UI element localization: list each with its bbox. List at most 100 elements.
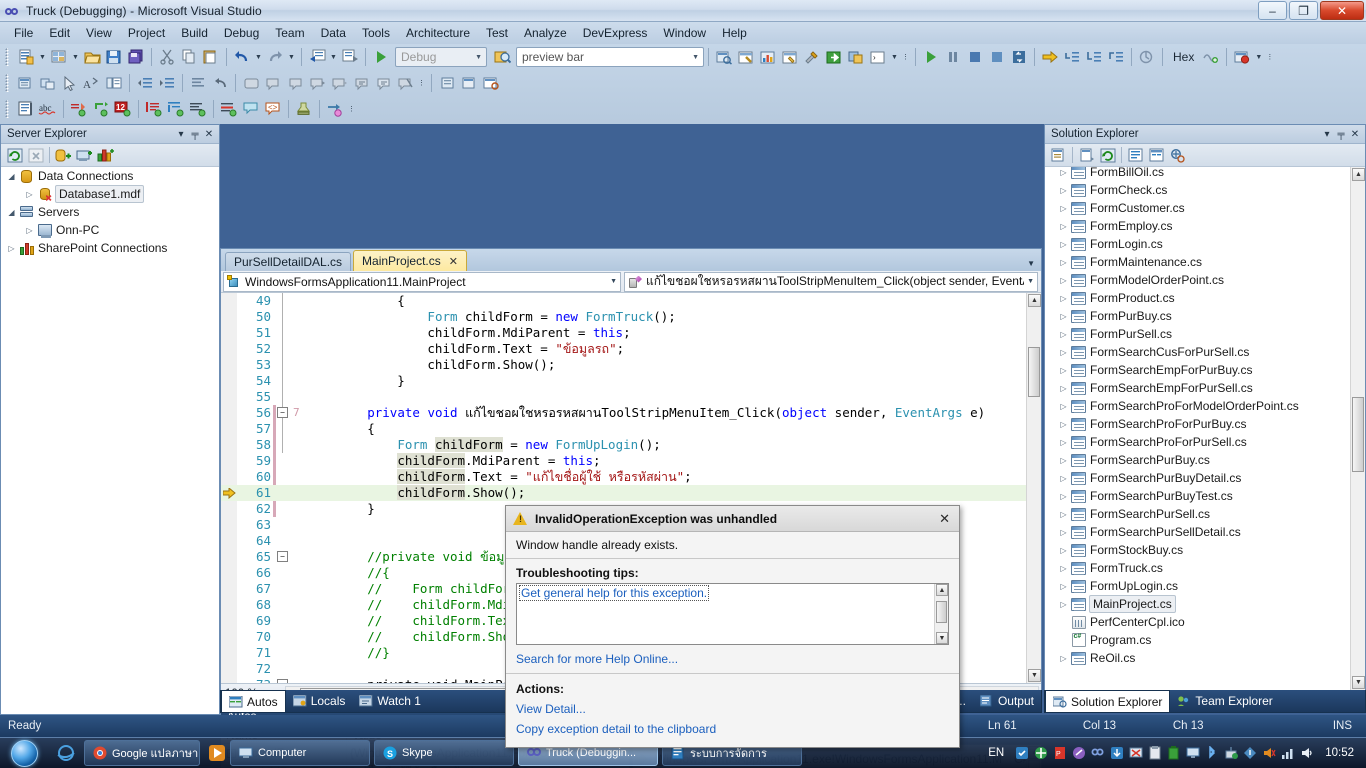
solution-configuration-combo[interactable]: Debug ▼ — [395, 47, 487, 67]
step-into-icon[interactable] — [1061, 46, 1083, 68]
list-item[interactable]: ▷ FormSearchPurSellDetail.cs — [1045, 523, 1350, 541]
close-icon[interactable]: ✕ — [934, 511, 955, 527]
show-next-statement-icon[interactable] — [1039, 46, 1061, 68]
list-item[interactable]: ▷ FormSearchPurSell.cs — [1045, 505, 1350, 523]
code-line[interactable]: 51 childForm.MdiParent = this; — [221, 325, 1041, 341]
list-item[interactable]: ▷ ReOil.cs — [1045, 649, 1350, 667]
chevron-down-icon[interactable]: ▾ — [1320, 127, 1334, 142]
solution-explorer-tree[interactable]: ▷ FormBillOil.cs ▷ FormCheck.cs ▷ FormCustome… — [1045, 167, 1365, 690]
tree-node-onn-pc[interactable]: ▷ Onn-PC — [1, 221, 219, 239]
list-top-icon[interactable] — [165, 98, 187, 120]
refactor-icon[interactable] — [324, 98, 346, 120]
spellcheck-icon[interactable]: abc — [37, 98, 59, 120]
tray-action-center-icon[interactable] — [1243, 746, 1257, 760]
menu-architecture[interactable]: Architecture — [398, 24, 478, 42]
list-item[interactable]: ▷ FormSearchPurBuyDetail.cs — [1045, 469, 1350, 487]
list-item[interactable]: PerfCenterCpl.ico — [1045, 613, 1350, 631]
view-designer-icon[interactable] — [1146, 145, 1167, 165]
undo-format-icon[interactable] — [209, 72, 231, 94]
tray-volume-icon[interactable] — [1300, 746, 1314, 760]
tray-update-icon[interactable] — [1110, 746, 1124, 760]
navigate-dropdown-icon[interactable]: ▼ — [328, 46, 339, 68]
save-all-icon[interactable] — [125, 46, 147, 68]
add-rule-icon[interactable] — [68, 98, 90, 120]
pointer-icon[interactable] — [59, 72, 81, 94]
maximize-button[interactable]: ❐ — [1289, 1, 1318, 20]
find-combo[interactable]: preview bar ▼ — [516, 47, 704, 67]
expander-icon[interactable]: ▷ — [1057, 564, 1070, 573]
toolbar-grip[interactable] — [5, 74, 12, 92]
undo-icon[interactable] — [231, 46, 253, 68]
menu-tools[interactable]: Tools — [354, 24, 398, 42]
tree-node-database1[interactable]: ▷ Database1.mdf — [1, 185, 219, 203]
scroll-down-icon[interactable]: ▼ — [1352, 676, 1365, 689]
tray-battery-icon[interactable] — [1167, 746, 1181, 760]
expander-icon[interactable]: ▷ — [1057, 294, 1070, 303]
scroll-down-icon[interactable]: ▼ — [936, 632, 948, 644]
expander-icon[interactable]: ▷ — [1057, 420, 1070, 429]
menu-file[interactable]: File — [6, 24, 41, 42]
expander-icon[interactable]: ▷ — [1057, 240, 1070, 249]
find-symbol-icon[interactable] — [37, 72, 59, 94]
cut-icon[interactable] — [156, 46, 178, 68]
solution-explorer-scrollbar[interactable]: ▲ ▼ — [1350, 167, 1365, 690]
expander-icon[interactable]: ▷ — [1057, 402, 1070, 411]
search-help-online-link[interactable]: Search for more Help Online... — [516, 652, 678, 666]
quicklaunch-media-icon[interactable] — [204, 738, 230, 768]
code-line[interactable]: 49 { — [221, 293, 1041, 309]
code-line[interactable]: 54 } — [221, 373, 1041, 389]
restart-icon[interactable] — [986, 46, 1008, 68]
member-navigation-combo[interactable]: แก้ไขชอผใชหรอรหสผานToolStripMenuItem_Cli… — [624, 271, 1038, 292]
align-icon[interactable] — [187, 98, 209, 120]
tray-display-icon[interactable] — [1186, 746, 1200, 760]
menu-edit[interactable]: Edit — [41, 24, 78, 42]
minimize-button[interactable]: – — [1258, 1, 1287, 20]
list-item[interactable]: ▷ FormProduct.cs — [1045, 289, 1350, 307]
solution-explorer-icon[interactable] — [713, 46, 735, 68]
go-icon[interactable] — [823, 46, 845, 68]
navigate-backward-icon[interactable] — [306, 46, 328, 68]
step-over-icon[interactable] — [1083, 46, 1105, 68]
code-line[interactable]: 60 childForm.Text = "แก้ไขชื่อผู้ใช้ หรื… — [221, 469, 1041, 485]
redo-dropdown-icon[interactable]: ▼ — [286, 46, 297, 68]
menu-team[interactable]: Team — [267, 24, 312, 42]
close-icon[interactable]: ✕ — [202, 127, 216, 142]
expand-icon[interactable] — [372, 72, 394, 94]
display-window-icon[interactable] — [15, 72, 37, 94]
numbers-icon[interactable]: 12 — [112, 98, 134, 120]
tab-locals[interactable]: Locals — [286, 691, 353, 712]
navigate-forward-icon[interactable] — [339, 46, 361, 68]
tooltip-icon[interactable] — [240, 98, 262, 120]
menu-devexpress[interactable]: DevExpress — [575, 24, 656, 42]
expander-icon[interactable]: ▷ — [1057, 474, 1070, 483]
paste-icon[interactable] — [200, 46, 222, 68]
new-window-icon[interactable] — [458, 72, 480, 94]
expander-icon[interactable]: ▷ — [1057, 654, 1070, 663]
server-explorer-tree[interactable]: ◢ Data Connections ▷ Database1.mdf ◢ Ser… — [1, 167, 219, 714]
restart-debug-icon[interactable] — [1008, 46, 1030, 68]
pin-icon[interactable]: ╤ — [188, 127, 202, 142]
list-item[interactable]: ▷ FormSearchPurBuy.cs — [1045, 451, 1350, 469]
expander-icon[interactable]: ▷ — [1057, 276, 1070, 285]
tips-scrollbar[interactable]: ▲ ▼ — [934, 584, 948, 644]
code-line[interactable]: 52 childForm.Text = "ข้อมูลรถ"; — [221, 341, 1041, 357]
tray-bluetooth-icon[interactable] — [1205, 745, 1219, 760]
expander-icon[interactable]: ▷ — [1057, 366, 1070, 375]
menu-help[interactable]: Help — [714, 24, 755, 42]
tree-node-servers[interactable]: ◢ Servers — [1, 203, 219, 221]
add-new-item-dropdown-icon[interactable]: ▼ — [70, 46, 81, 68]
add-connection-icon[interactable] — [53, 145, 74, 165]
thread-icon[interactable] — [1136, 46, 1158, 68]
expander-icon[interactable]: ▷ — [1057, 222, 1070, 231]
list-item[interactable]: ▷ FormUpLogin.cs — [1045, 577, 1350, 595]
code-line[interactable]: 53 childForm.Show(); — [221, 357, 1041, 373]
copy-exception-detail-link[interactable]: Copy exception detail to the clipboard — [516, 722, 716, 736]
list-item[interactable]: ▷ FormCheck.cs — [1045, 181, 1350, 199]
step-out-icon[interactable] — [1105, 46, 1127, 68]
code-line[interactable]: 55 — [221, 389, 1041, 405]
expander-icon[interactable]: ▷ — [1057, 204, 1070, 213]
list-item[interactable]: Program.cs — [1045, 631, 1350, 649]
tray-vs-icon[interactable] — [1091, 746, 1105, 760]
list-item[interactable]: ▷ FormSearchCusForPurSell.cs — [1045, 343, 1350, 361]
add-sharepoint-icon[interactable] — [95, 145, 116, 165]
